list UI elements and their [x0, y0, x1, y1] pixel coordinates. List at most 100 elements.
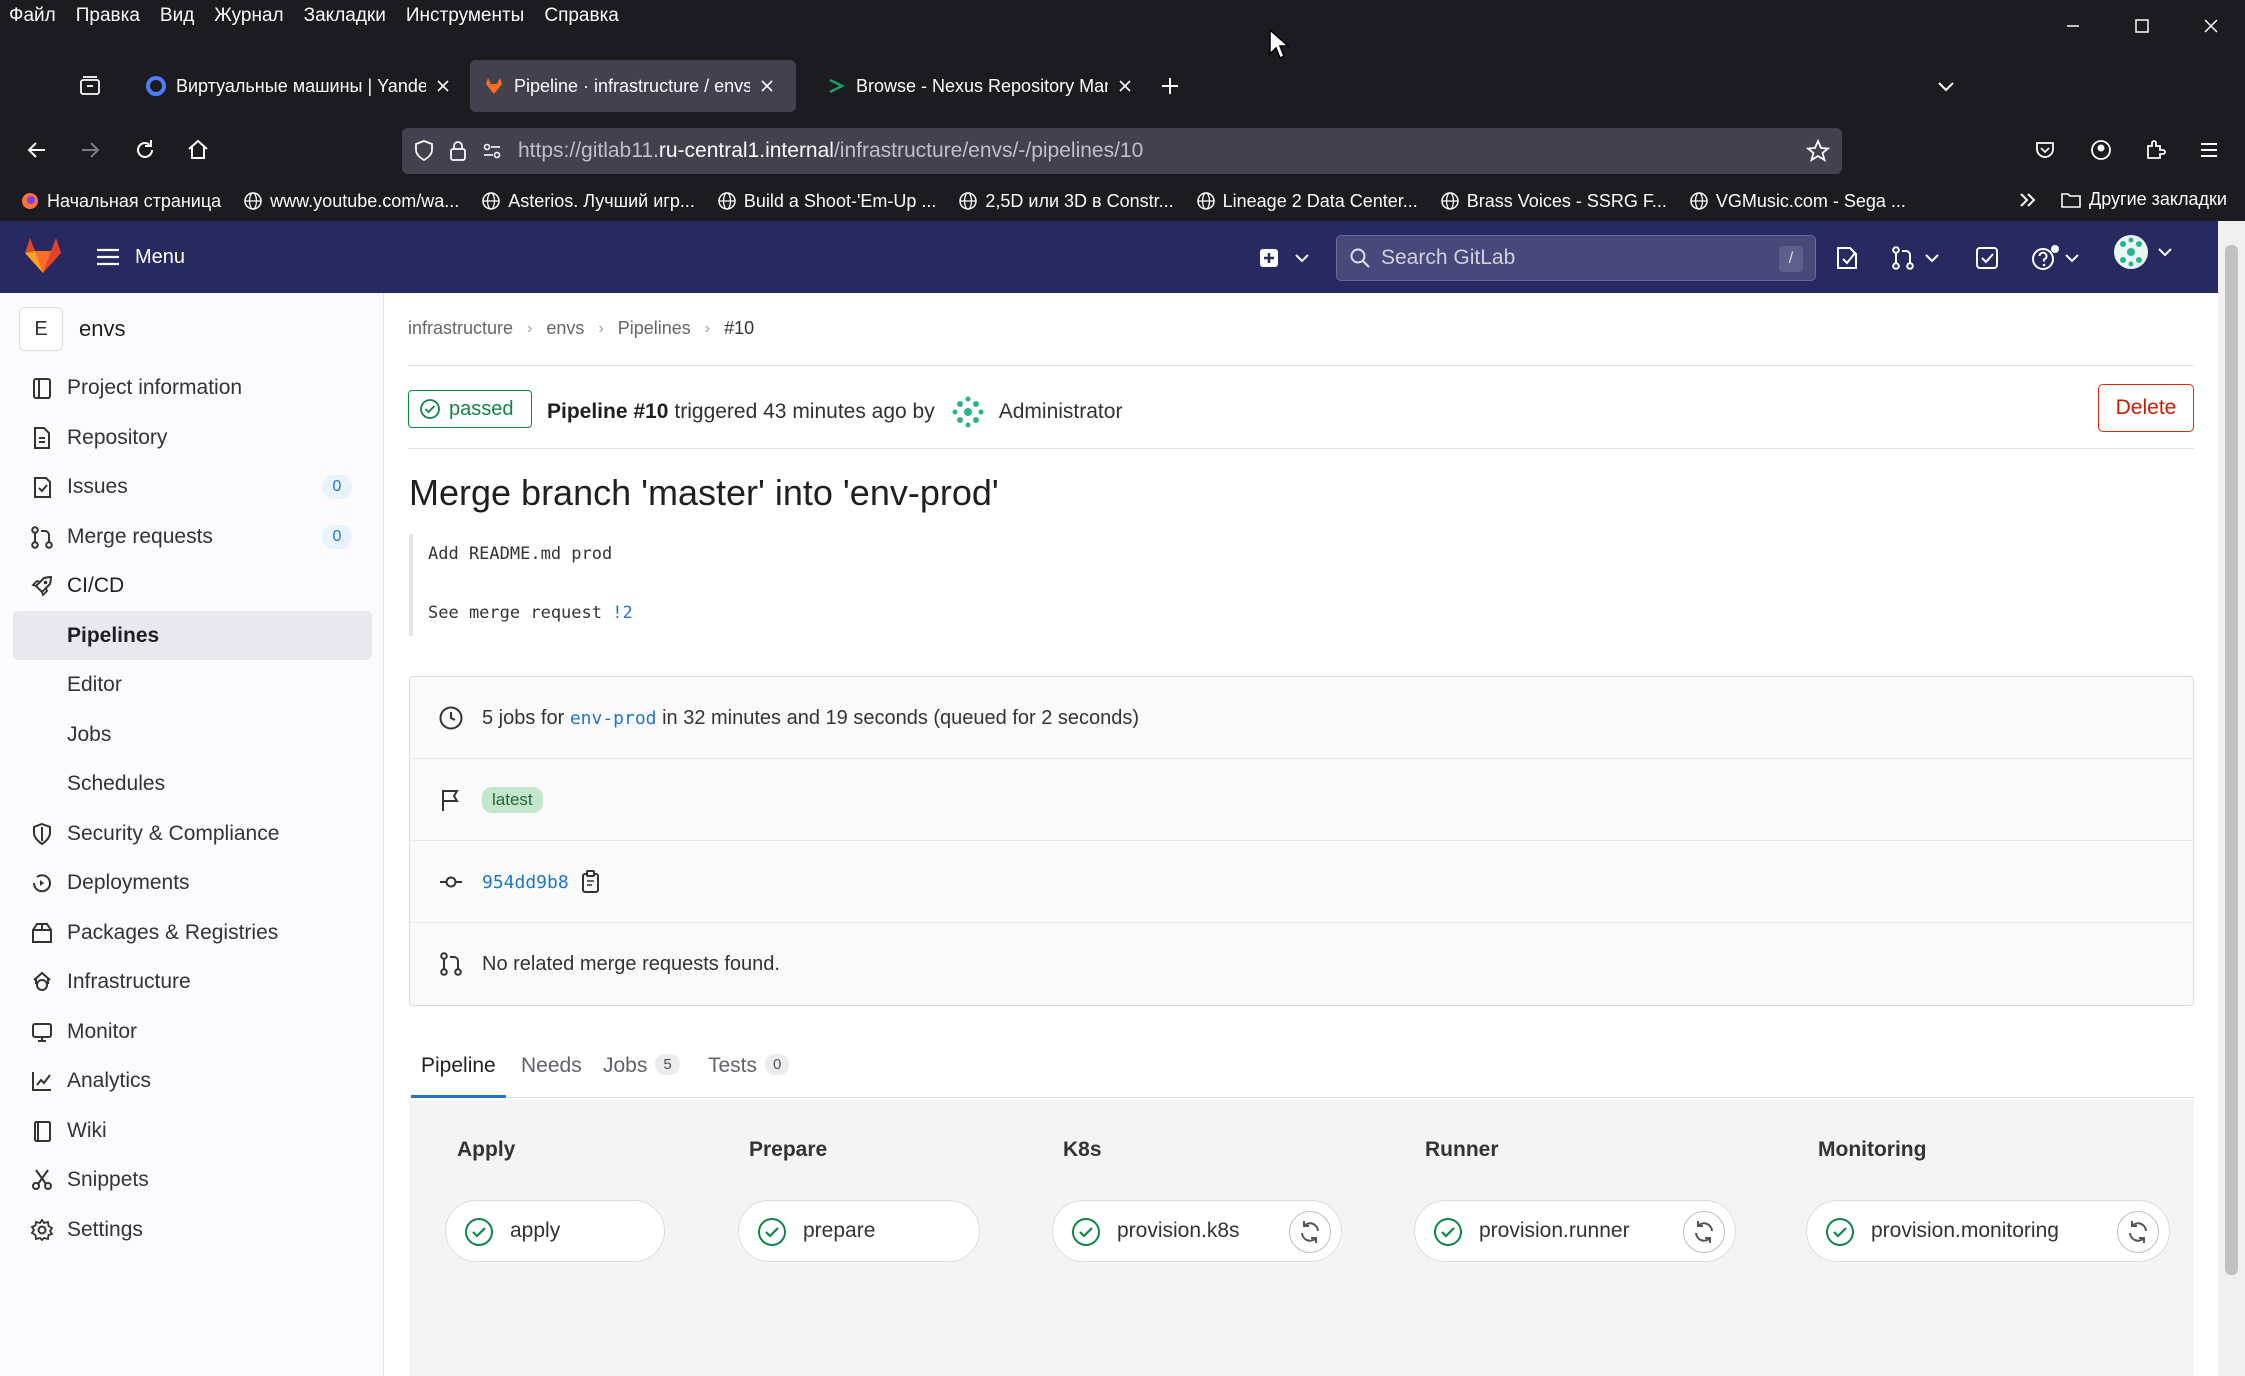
close-tab-icon[interactable]: [1116, 77, 1134, 95]
job-provision-k8s[interactable]: provision.k8s: [1052, 1200, 1342, 1262]
bookmark-item[interactable]: Lineage 2 Data Center...: [1196, 191, 1418, 212]
merge-requests-nav-button[interactable]: [1890, 243, 1940, 273]
sidebar-item-infrastructure[interactable]: Infrastructure: [13, 957, 372, 1006]
more-bookmarks-icon[interactable]: [2016, 188, 2040, 212]
job-apply[interactable]: apply: [445, 1200, 665, 1262]
project-header[interactable]: E envs: [19, 307, 125, 351]
bookmark-star-icon[interactable]: [1806, 139, 1830, 163]
breadcrumb-current[interactable]: #10: [724, 318, 754, 339]
sidebar-item-issues[interactable]: Issues 0: [13, 462, 372, 511]
menu-edit[interactable]: Правка: [76, 5, 140, 27]
job-prepare[interactable]: prepare: [738, 1200, 980, 1262]
sidebar-item-schedules[interactable]: Schedules: [13, 759, 372, 808]
scrollbar-thumb[interactable]: [2225, 245, 2238, 1275]
reload-icon[interactable]: [125, 130, 165, 170]
sidebar-item-monitor[interactable]: Monitor: [13, 1007, 372, 1056]
todo-icon[interactable]: [1974, 243, 2000, 273]
menu-button[interactable]: Menu: [95, 239, 185, 275]
sidebar-item-snippets[interactable]: Snippets: [13, 1155, 372, 1204]
search-input[interactable]: Search GitLab /: [1336, 235, 1816, 281]
sidebar-item-settings[interactable]: Settings: [13, 1205, 372, 1254]
sidebar-item-packages-registries[interactable]: Packages & Registries: [13, 908, 372, 957]
merge-request-icon: [438, 951, 464, 977]
sidebar-item-deployments[interactable]: Deployments: [13, 858, 372, 907]
sidebar-item-pipelines[interactable]: Pipelines: [13, 611, 372, 660]
sidebar-item-security-compliance[interactable]: Security & Compliance: [13, 809, 372, 858]
gear-icon: [30, 1218, 54, 1242]
tab-tests[interactable]: Tests 0: [708, 1054, 790, 1098]
list-all-tabs-icon[interactable]: [1926, 66, 1966, 106]
sidebar-item-jobs[interactable]: Jobs: [13, 710, 372, 759]
breadcrumb-infrastructure[interactable]: infrastructure: [408, 318, 513, 339]
account-icon[interactable]: [2081, 130, 2121, 170]
lock-icon[interactable]: [446, 139, 470, 163]
tab-needs[interactable]: Needs: [521, 1054, 582, 1098]
retry-icon[interactable]: [2117, 1211, 2159, 1253]
copy-clipboard-icon[interactable]: [580, 869, 602, 895]
bookmark-item[interactable]: Build a Shoot-'Em-Up ...: [717, 191, 936, 212]
permissions-icon[interactable]: [480, 139, 504, 163]
avatar[interactable]: [951, 395, 985, 429]
sidebar-item-analytics[interactable]: Analytics: [13, 1056, 372, 1105]
sidebar-item-editor[interactable]: Editor: [13, 660, 372, 709]
retry-icon[interactable]: [1289, 1211, 1331, 1253]
issues-nav-icon[interactable]: [1834, 243, 1860, 273]
back-icon[interactable]: [17, 130, 57, 170]
bookmark-item[interactable]: 2,5D или 3D в Constr...: [958, 191, 1174, 212]
user-link[interactable]: Administrator: [999, 400, 1123, 424]
breadcrumb-pipelines[interactable]: Pipelines: [618, 318, 691, 339]
menu-history[interactable]: Журнал: [214, 5, 283, 27]
merge-request-link[interactable]: !2: [612, 603, 632, 623]
commit-sha-link[interactable]: 954dd9b8: [482, 872, 569, 893]
menu-tools[interactable]: Инструменты: [406, 5, 524, 27]
menu-view[interactable]: Вид: [160, 5, 194, 27]
maximize-button[interactable]: [2107, 0, 2176, 52]
rocket-icon: [30, 574, 54, 598]
sidebar-item-merge-requests[interactable]: Merge requests 0: [13, 512, 372, 561]
close-tab-icon[interactable]: [434, 77, 452, 95]
other-bookmarks-folder[interactable]: Другие закладки: [2060, 189, 2227, 210]
url-bar[interactable]: https://gitlab11.ru-central1.internal/in…: [402, 128, 1842, 174]
new-tab-icon[interactable]: [1150, 66, 1190, 106]
sidebar-item-project-information[interactable]: Project information: [13, 363, 372, 412]
job-provision-monitoring[interactable]: provision.monitoring: [1806, 1200, 2170, 1262]
extensions-icon[interactable]: [2135, 130, 2175, 170]
bookmark-item[interactable]: VGMusic.com - Sega ...: [1689, 191, 1906, 212]
ref-link[interactable]: env-prod: [570, 708, 657, 729]
tracking-shield-icon[interactable]: [412, 139, 436, 163]
gitlab-logo-icon[interactable]: [22, 235, 64, 275]
app-menu-icon[interactable]: [2189, 130, 2229, 170]
new-dropdown-button[interactable]: [1258, 243, 1310, 273]
page-scrollbar[interactable]: [2218, 221, 2245, 1376]
delete-button[interactable]: Delete: [2098, 384, 2194, 432]
minimize-button[interactable]: [2038, 0, 2107, 52]
pocket-icon[interactable]: [2025, 130, 2065, 170]
browser-tab-pipeline[interactable]: Pipeline · infrastructure / envs · GitLa…: [470, 60, 796, 112]
tab-pipeline[interactable]: Pipeline: [411, 1054, 506, 1098]
status-badge[interactable]: passed: [408, 390, 532, 428]
home-icon[interactable]: [178, 130, 218, 170]
help-dropdown-button[interactable]: [2030, 243, 2080, 273]
retry-icon[interactable]: [1683, 1211, 1725, 1253]
close-tab-icon[interactable]: [758, 77, 776, 95]
bookmark-item[interactable]: Brass Voices - SSRG F...: [1440, 191, 1667, 212]
bookmark-item[interactable]: www.youtube.com/wa...: [243, 191, 459, 212]
tab-jobs[interactable]: Jobs 5: [603, 1054, 680, 1098]
user-menu-button[interactable]: [2113, 235, 2173, 269]
menu-file[interactable]: Файл: [9, 5, 56, 27]
tab-manager-icon[interactable]: [70, 66, 110, 106]
browser-tab-nexus[interactable]: Browse - Nexus Repository Manager: [812, 60, 1148, 112]
bookmark-item[interactable]: Начальная страница: [20, 191, 221, 212]
job-provision-runner[interactable]: provision.runner: [1414, 1200, 1736, 1262]
bookmark-item[interactable]: Asterios. Лучший игр...: [481, 191, 695, 212]
browser-tab-yandex[interactable]: Виртуальные машины | Yandex: [132, 60, 466, 112]
menu-bookmarks[interactable]: Закладки: [304, 5, 386, 27]
sidebar-item-ci-cd[interactable]: CI/CD: [13, 561, 372, 610]
close-window-button[interactable]: [2176, 0, 2245, 52]
sidebar-item-repository[interactable]: Repository: [13, 413, 372, 462]
forward-icon[interactable]: [70, 130, 110, 170]
sidebar-item-wiki[interactable]: Wiki: [13, 1106, 372, 1155]
browser-chrome: Файл Правка Вид Журнал Закладки Инструме…: [0, 0, 2245, 221]
menu-help[interactable]: Справка: [544, 5, 619, 27]
breadcrumb-envs[interactable]: envs: [546, 318, 584, 339]
